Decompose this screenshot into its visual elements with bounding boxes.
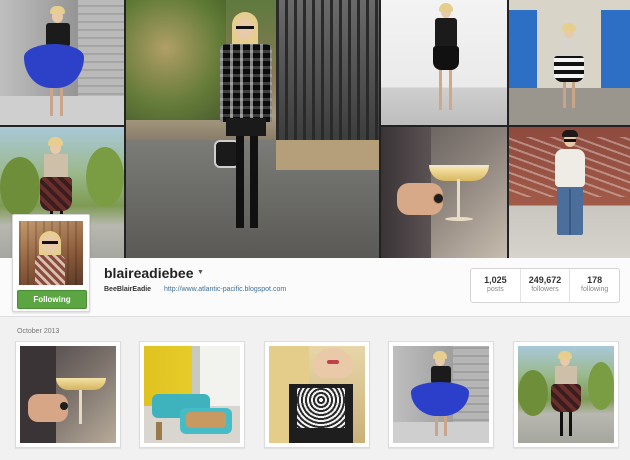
section-date-label: October 2013	[17, 328, 60, 335]
following-button[interactable]: Following	[17, 290, 87, 309]
stat-value: 178	[587, 275, 603, 285]
banner-photo-champagne[interactable]	[381, 127, 507, 258]
stat-label: following	[581, 286, 609, 293]
banner-photo-blue-skirt[interactable]	[0, 0, 124, 125]
stat-followers[interactable]: 249,672 followers	[521, 269, 571, 302]
grid-photo[interactable]	[139, 341, 245, 448]
chevron-down-icon[interactable]: ▼	[197, 269, 204, 276]
grid-photo[interactable]	[15, 341, 121, 448]
profile-stats: 1,025 posts 249,672 followers 178 follow…	[470, 268, 620, 303]
stat-label: followers	[531, 286, 559, 293]
banner-photo-plaid-coat[interactable]	[126, 0, 379, 258]
stat-label: posts	[486, 286, 504, 293]
banner-photo-black-skirt[interactable]	[381, 0, 507, 125]
profile-website-link[interactable]: http://www.atlantic-pacific.blogspot.com	[164, 286, 286, 293]
profile-username: blaireadiebee	[104, 265, 194, 281]
stat-posts[interactable]: 1,025 posts	[471, 269, 521, 302]
photo-banner	[0, 0, 630, 258]
banner-photo-striped-skirt[interactable]	[509, 0, 630, 125]
grid-photo[interactable]	[513, 341, 619, 448]
grid-photo[interactable]	[264, 341, 370, 448]
profile-full-name: BeeBlairEadie	[104, 286, 152, 293]
avatar[interactable]	[19, 221, 83, 285]
grid-photo[interactable]	[388, 341, 494, 448]
banner-photo-graffiti-sweater[interactable]	[509, 127, 630, 258]
stat-value: 1,025	[484, 275, 507, 285]
stat-following[interactable]: 178 following	[570, 269, 619, 302]
avatar-card: Following	[12, 214, 90, 312]
stat-value: 249,672	[528, 275, 562, 285]
grid-photo-image	[518, 346, 614, 443]
grid-photo-image	[269, 346, 365, 443]
grid-photo-image	[393, 346, 489, 443]
grid-photo-image	[20, 346, 116, 443]
grid-photo-image	[144, 346, 240, 443]
